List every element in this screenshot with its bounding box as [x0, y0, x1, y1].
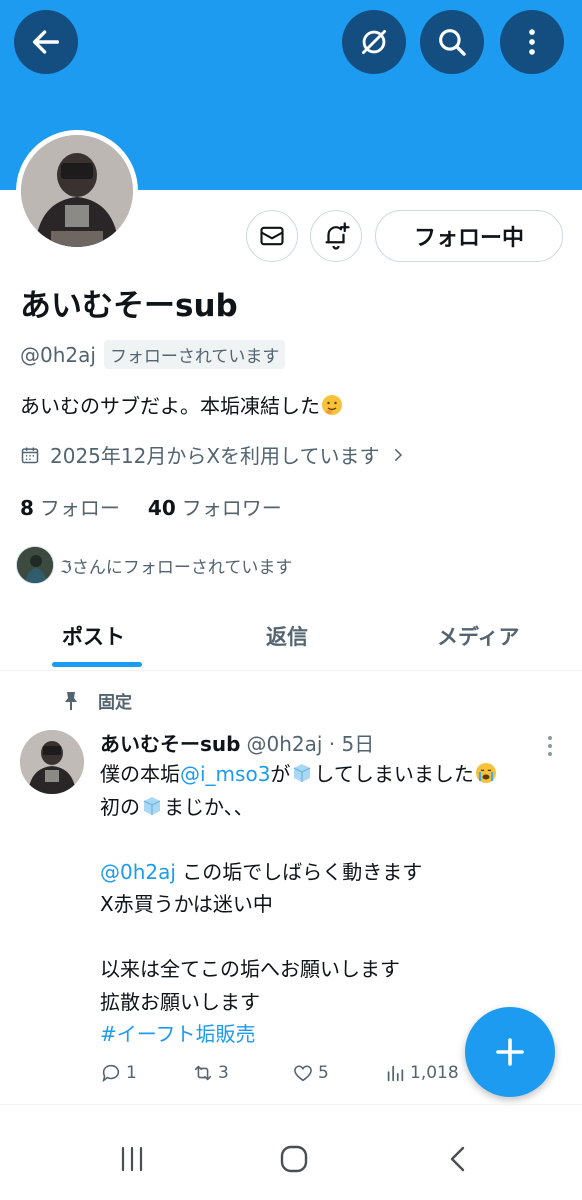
- post-divider: [0, 1104, 582, 1105]
- more-button[interactable]: [500, 10, 564, 74]
- system-navigation-bar: [0, 1120, 582, 1200]
- mention-link[interactable]: @i_mso3: [180, 762, 270, 786]
- reply-count: 1: [126, 1063, 137, 1083]
- bio-text: あいむのサブだよ。本垢凍結した: [20, 394, 320, 418]
- following-label: フォロー: [39, 496, 120, 520]
- mutual-avatar: [16, 546, 54, 584]
- avatar-image: [21, 135, 133, 247]
- followed-by-text: ℑさんにフォローされています: [60, 557, 293, 578]
- post-author-name[interactable]: あいむそーsub: [100, 728, 240, 757]
- bell-plus-icon: [325, 222, 350, 250]
- mention-link[interactable]: @0h2aj: [100, 860, 176, 884]
- search-button[interactable]: [420, 10, 484, 74]
- arrow-left-icon: [32, 30, 60, 54]
- post-text-segment: まじか、、: [164, 794, 254, 819]
- crying-face-icon: [475, 763, 496, 783]
- profile-name: あいむそーsub: [20, 288, 238, 324]
- post-text-segment: 初の: [100, 794, 140, 819]
- post-handle-time: @0h2aj · 5日: [246, 732, 375, 756]
- post-line: @0h2aj この垢でしばらく動きます: [100, 856, 570, 889]
- joined-date[interactable]: 2025年12月からXを利用しています: [20, 440, 407, 469]
- followers-count-link[interactable]: 40 フォロワー: [148, 492, 282, 521]
- search-icon: [439, 29, 466, 56]
- followers-count: 40: [147, 496, 176, 520]
- ice-cube-icon: [294, 764, 311, 782]
- post-text-segment: この垢でしばらく動きます: [175, 859, 423, 884]
- post-line: 初の まじか、、: [100, 791, 570, 824]
- repost-count: 3: [218, 1063, 229, 1083]
- post-header: あいむそーsub @0h2aj · 5日: [100, 728, 374, 757]
- more-vertical-icon: [529, 29, 535, 55]
- handle-row: @0h2aj フォローされています: [20, 340, 286, 369]
- post-text: 僕の本垢@i_mso3が してしまいました 初の まじか、、 @0h2aj この垢で…: [100, 758, 570, 1051]
- reply-icon: [102, 1064, 120, 1083]
- profile-bio: あいむのサブだよ。本垢凍結した: [20, 390, 344, 419]
- post-line-empty: [100, 823, 570, 856]
- followers-label: フォロワー: [181, 496, 282, 520]
- like-button[interactable]: 5: [292, 1062, 384, 1084]
- profile-avatar[interactable]: [16, 130, 138, 252]
- post-line: X赤買うかは迷い中: [100, 892, 273, 916]
- follow-counts: 8 フォロー 40 フォロワー: [20, 492, 282, 521]
- plus-icon: [496, 1038, 524, 1066]
- tab-posts[interactable]: ポスト: [62, 621, 125, 651]
- following-count-link[interactable]: 8 フォロー: [20, 492, 120, 521]
- post-text-segment: が: [270, 762, 291, 786]
- tab-replies[interactable]: 返信: [266, 621, 308, 651]
- reply-button[interactable]: 1: [100, 1062, 192, 1084]
- post-avatar[interactable]: [20, 730, 84, 794]
- following-count: 8: [20, 496, 34, 520]
- view-count: 1,018: [410, 1063, 459, 1083]
- grok-button[interactable]: [342, 10, 406, 74]
- post-line: 僕の本垢@i_mso3が してしまいました: [100, 758, 570, 791]
- post-text-segment: 僕の本垢: [100, 762, 180, 786]
- repost-icon: [194, 1065, 212, 1081]
- compose-button[interactable]: [465, 1007, 555, 1097]
- envelope-icon: [260, 226, 284, 246]
- back-nav-icon[interactable]: [443, 1144, 473, 1174]
- joined-text: 2025年12月からXを利用しています: [50, 444, 380, 468]
- hashtag-link[interactable]: #イーフト垢販売: [100, 1022, 256, 1046]
- pin-icon: [65, 691, 77, 710]
- home-icon[interactable]: [279, 1144, 309, 1174]
- tab-media[interactable]: メディア: [437, 621, 520, 651]
- profile-handle: @0h2aj: [20, 342, 96, 367]
- follows-you-badge: フォローされています: [103, 340, 286, 369]
- smiling-face-icon: [322, 395, 342, 415]
- pinned-text: 固定: [98, 693, 132, 713]
- calendar-icon: [21, 447, 39, 463]
- repost-button[interactable]: 3: [192, 1062, 292, 1084]
- ice-cube-icon: [143, 796, 161, 815]
- slash-circle-icon: [361, 29, 387, 55]
- pinned-label: 固定: [62, 688, 132, 713]
- back-button[interactable]: [14, 10, 78, 74]
- notify-button[interactable]: [310, 210, 362, 262]
- views-chart-icon: [387, 1065, 404, 1082]
- heart-icon: [294, 1065, 312, 1082]
- chevron-right-icon: [395, 448, 403, 461]
- active-tab-indicator: [52, 662, 142, 667]
- recent-apps-icon[interactable]: [117, 1144, 147, 1174]
- post-line-empty: [100, 921, 570, 954]
- post-text-segment: してしまいました: [314, 762, 474, 786]
- message-button[interactable]: [246, 210, 298, 262]
- followed-by[interactable]: ℑさんにフォローされています: [16, 546, 292, 584]
- like-count: 5: [318, 1063, 329, 1083]
- following-button[interactable]: フォロー中: [375, 210, 563, 262]
- post-line: 以来は全てこの垢へお願いします: [100, 957, 400, 981]
